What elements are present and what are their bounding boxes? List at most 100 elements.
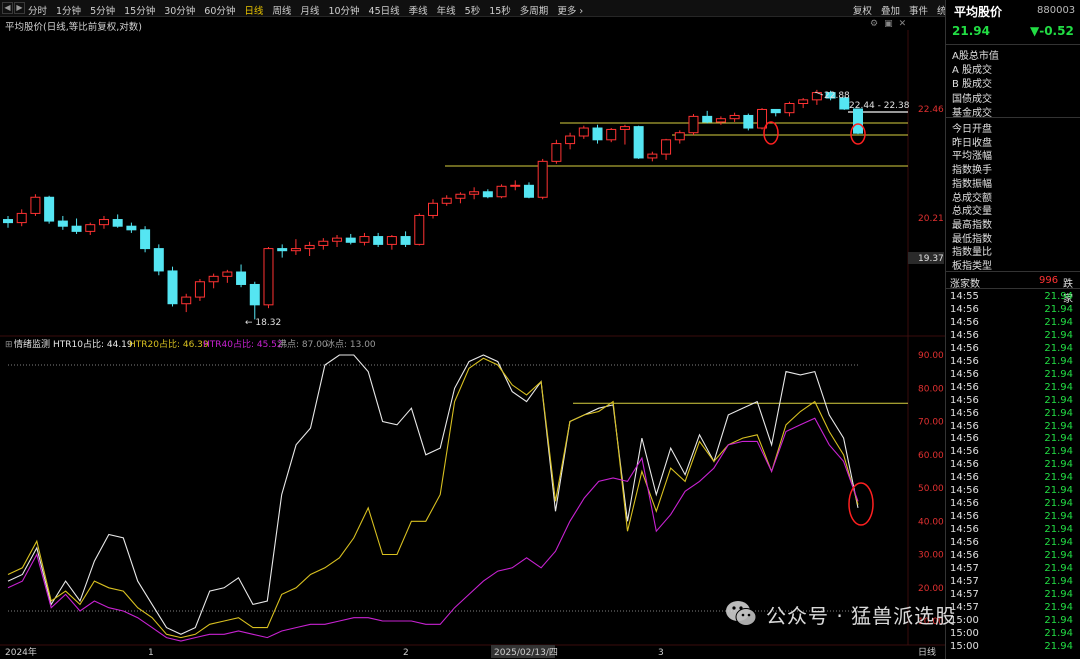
tick-time: 14:56 xyxy=(950,550,979,561)
price-axis-label: 22.46 xyxy=(918,105,944,115)
candle-body xyxy=(16,212,27,224)
tick-price: 21.94 xyxy=(1044,511,1073,523)
quote-panel: 平均股价 880003 21.94 ▼-0.52 A股总市值 A 股成交 B 股成交… xyxy=(945,0,1080,659)
htr20-legend: HTR20占比: 46.39 xyxy=(129,338,209,350)
candle-body xyxy=(647,153,658,159)
tick-row: 14:56 21.94 xyxy=(946,433,1080,446)
tick-row: 14:55 21.94 xyxy=(946,291,1080,304)
indicator-axis-label: 70.00 xyxy=(918,418,944,428)
tick-time: 14:56 xyxy=(950,355,979,367)
tick-price: 21.94 xyxy=(1044,420,1073,432)
candle-body xyxy=(44,196,55,222)
divider xyxy=(946,271,1080,272)
tick-time: 14:56 xyxy=(950,498,979,510)
tick-row: 14:56 21.94 xyxy=(946,485,1080,498)
highlight-circle xyxy=(848,482,874,526)
candle-body xyxy=(702,115,713,123)
tick-price: 21.94 xyxy=(1044,472,1073,484)
tick-time: 14:56 xyxy=(950,381,979,393)
candle-body xyxy=(345,237,356,243)
tick-time: 14:56 xyxy=(950,537,979,549)
market-stat-label: A 股成交 xyxy=(952,65,993,77)
time-axis-label: 3 xyxy=(658,648,664,658)
tick-time: 14:56 xyxy=(950,485,979,497)
up-count-value: 996 xyxy=(1039,275,1059,286)
tick-price: 21.94 xyxy=(1044,524,1073,536)
current-price: 21.94 xyxy=(952,24,990,38)
boil-legend: 沸点: 87.00 xyxy=(278,338,328,350)
tick-time: 14:57 xyxy=(950,575,979,587)
indicator-axis-label: 90.00 xyxy=(918,351,944,361)
low-annotation: ← 18.32 xyxy=(245,318,281,328)
tick-price: 21.94 xyxy=(1044,485,1073,497)
highlight-circle xyxy=(763,121,779,145)
watermark: 公众号 · 猛兽派选股 xyxy=(724,597,956,631)
tick-row: 14:56 21.94 xyxy=(946,330,1080,343)
tick-row: 14:56 21.94 xyxy=(946,550,1080,563)
range-annotation: 22.44 - 22.38 xyxy=(849,101,910,111)
tick-price: 21.94 xyxy=(1044,498,1073,510)
watermark-text: 公众号 · 猛兽派选股 xyxy=(766,603,957,628)
candle-body xyxy=(674,132,685,141)
indicator-axis-label: 50.00 xyxy=(918,484,944,494)
tick-price: 21.94 xyxy=(1044,562,1073,574)
candle-body xyxy=(592,127,603,141)
candle-body xyxy=(181,296,192,305)
tick-row: 14:56 21.94 xyxy=(946,459,1080,472)
tick-price: 21.94 xyxy=(1044,381,1073,393)
candle-body xyxy=(277,248,288,252)
tick-price: 21.94 xyxy=(1044,575,1073,587)
candle-body xyxy=(729,114,740,120)
candle-body xyxy=(71,225,82,232)
candle-body xyxy=(126,225,137,231)
tick-row: 14:57 21.94 xyxy=(946,576,1080,589)
candle-body xyxy=(222,271,233,277)
tick-row: 14:56 21.94 xyxy=(946,446,1080,459)
indicator-axis-label: 80.00 xyxy=(918,384,944,394)
divider xyxy=(946,44,1080,45)
time-axis-label: 2 xyxy=(403,648,409,658)
candle-body xyxy=(688,115,699,134)
indicator-title: 情绪监测 xyxy=(14,338,50,350)
tick-price: 21.94 xyxy=(1044,640,1073,652)
price-change: ▼-0.52 xyxy=(1030,24,1074,38)
tick-row: 14:56 21.94 xyxy=(946,343,1080,356)
candle-body xyxy=(359,236,370,243)
candle-body xyxy=(798,99,809,104)
candle-body xyxy=(208,275,219,283)
candle-body xyxy=(523,184,534,198)
candle-body xyxy=(400,236,411,245)
candle-body xyxy=(482,191,493,198)
indicator-axis-label: 20.00 xyxy=(918,584,944,594)
tick-time: 14:56 xyxy=(950,472,979,484)
htr40-legend: HTR40占比: 45.52 xyxy=(203,338,283,350)
candle-body xyxy=(112,219,123,227)
tick-row: 15:00 21.94 xyxy=(946,615,1080,628)
tick-time: 14:56 xyxy=(950,368,979,380)
candle-body xyxy=(510,184,521,187)
high-annotation: 22.88 xyxy=(824,91,850,101)
tick-row: 14:57 21.94 xyxy=(946,563,1080,576)
series-line-htr10 xyxy=(7,354,859,635)
tick-price: 21.94 xyxy=(1044,342,1073,354)
candle-body xyxy=(236,271,247,285)
tick-row: 14:56 21.94 xyxy=(946,317,1080,330)
candle-body xyxy=(496,185,507,198)
tick-row: 14:56 21.94 xyxy=(946,369,1080,382)
tick-row: 14:56 21.94 xyxy=(946,356,1080,369)
candle-body xyxy=(290,248,301,252)
tick-price: 21.94 xyxy=(1044,433,1073,445)
tick-row: 14:56 21.94 xyxy=(946,382,1080,395)
tick-price: 21.94 xyxy=(1044,303,1073,315)
candle-body xyxy=(619,126,630,130)
chart-canvas[interactable]: 22.46 20.21 19.37 22.8822.44 - 22.38 ← 18.32… xyxy=(0,0,945,659)
indicator-menu-icon: ⊞ xyxy=(5,340,13,350)
tick-price: 21.94 xyxy=(1044,329,1073,341)
htr10-legend: HTR10占比: 44.19 xyxy=(53,338,133,350)
tick-time: 14:56 xyxy=(950,329,979,341)
tick-row: 14:56 21.94 xyxy=(946,421,1080,434)
candle-body xyxy=(428,202,438,216)
tick-row: 14:57 21.94 xyxy=(946,589,1080,602)
candle-body xyxy=(263,248,274,306)
index-name: 平均股价 xyxy=(954,5,1003,19)
